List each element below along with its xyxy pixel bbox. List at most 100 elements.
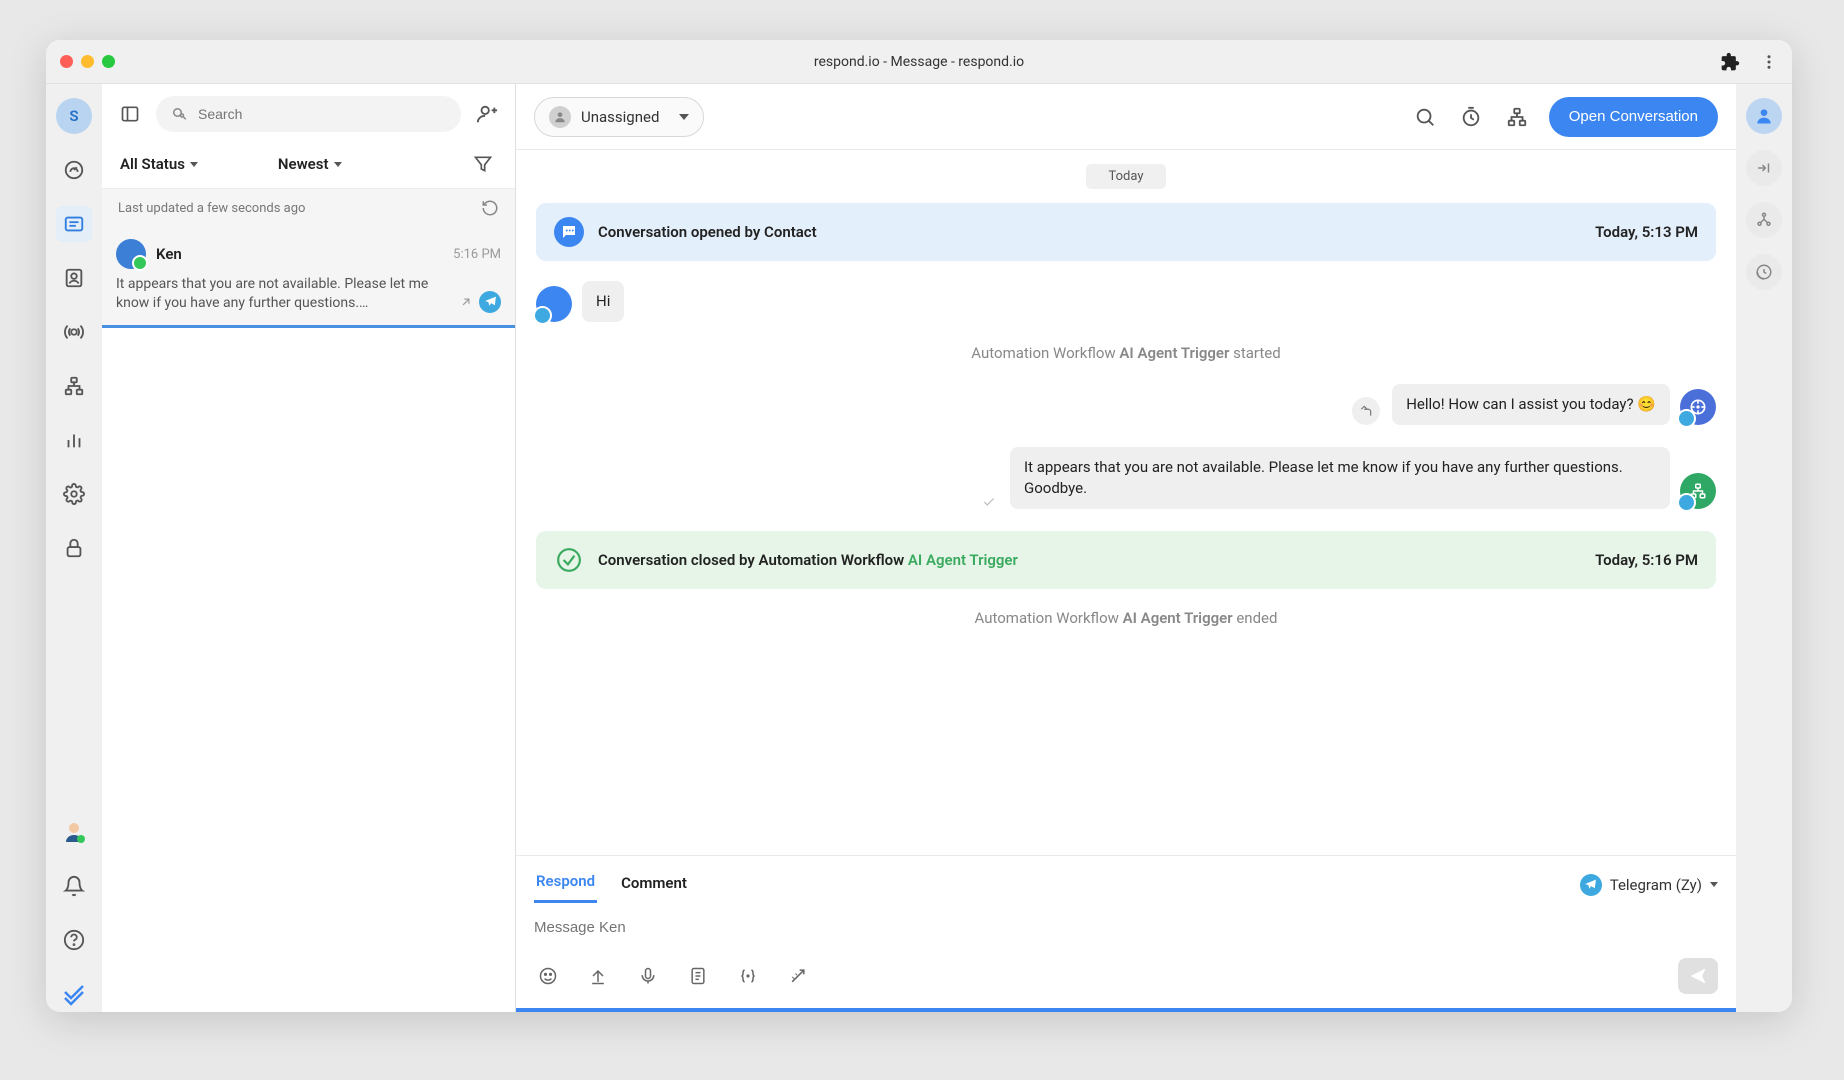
chat-bubble-icon (554, 217, 584, 247)
contact-name: Ken (156, 245, 182, 263)
attach-icon[interactable] (584, 962, 612, 990)
emoji-icon[interactable] (534, 962, 562, 990)
message-input[interactable] (534, 913, 1718, 942)
outbound-arrow-icon (459, 295, 473, 309)
reports-icon[interactable] (56, 422, 92, 458)
message-text: Hello! How can I assist you today? 😊 (1392, 384, 1670, 425)
workflow-ended-text: Automation Workflow AI Agent Trigger end… (536, 609, 1716, 627)
workflow-started-text: Automation Workflow AI Agent Trigger sta… (536, 344, 1716, 362)
settings-icon[interactable] (56, 476, 92, 512)
window-title: respond.io - Message - respond.io (814, 54, 1024, 70)
contact-details-avatar[interactable] (1746, 98, 1782, 134)
sender-avatar (536, 286, 572, 322)
messages-icon[interactable] (56, 206, 92, 242)
workflows-icon[interactable] (56, 368, 92, 404)
sort-filter[interactable]: Newest (278, 155, 342, 173)
banner-opened-text: Conversation opened by Contact (598, 223, 817, 241)
status-filter[interactable]: All Status (120, 155, 198, 173)
date-chip: Today (1086, 164, 1166, 189)
panel-toggle-icon[interactable] (116, 100, 144, 128)
workspace-avatar[interactable]: S (56, 98, 92, 134)
status-filter-label: All Status (120, 155, 185, 173)
conversation-closed-banner: Conversation closed by Automation Workfl… (536, 531, 1716, 589)
dashboard-icon[interactable] (56, 152, 92, 188)
delivered-check-icon (982, 495, 996, 509)
search-field[interactable] (198, 106, 447, 122)
assignee-avatar-icon (549, 106, 571, 128)
assignee-label: Unassigned (581, 108, 659, 126)
chat-header: Unassigned Open Conversation (516, 84, 1736, 150)
filter-icon[interactable] (469, 150, 497, 178)
chevron-down-icon (190, 162, 198, 167)
workflow-icon[interactable] (1503, 103, 1531, 131)
conversation-preview-text: It appears that you are not available. P… (116, 276, 428, 311)
help-icon[interactable] (56, 922, 92, 958)
app-window: respond.io - Message - respond.io S (46, 40, 1792, 1012)
send-button[interactable] (1678, 958, 1718, 994)
extension-icon[interactable] (1720, 52, 1740, 72)
assignee-dropdown[interactable]: Unassigned (534, 97, 704, 137)
outgoing-message: It appears that you are not available. P… (536, 447, 1716, 509)
left-nav-rail: S (46, 84, 102, 1012)
close-window-button[interactable] (60, 55, 73, 68)
banner-opened-time: Today, 5:13 PM (1595, 223, 1698, 241)
composer: Respond Comment Telegram (Zy) (516, 855, 1736, 1012)
contacts-icon[interactable] (56, 260, 92, 296)
banner-closed-time: Today, 5:16 PM (1595, 551, 1698, 569)
telegram-icon (479, 291, 501, 313)
add-contact-icon[interactable] (473, 100, 501, 128)
contact-avatar (116, 239, 146, 269)
outgoing-message: Hello! How can I assist you today? 😊 (536, 384, 1716, 425)
lock-icon[interactable] (56, 530, 92, 566)
snooze-icon[interactable] (1457, 103, 1485, 131)
chat-messages: Today Conversation opened by Contact Tod… (516, 150, 1736, 855)
chevron-down-icon (679, 114, 689, 120)
broadcast-icon[interactable] (56, 314, 92, 350)
message-text: Hi (582, 281, 624, 322)
sort-filter-label: Newest (278, 155, 329, 173)
refresh-icon[interactable] (481, 199, 499, 217)
tab-respond[interactable]: Respond (534, 866, 597, 903)
merge-icon[interactable] (1746, 150, 1782, 186)
brand-check-icon[interactable] (56, 976, 92, 1012)
right-rail (1736, 84, 1792, 1012)
search-input[interactable] (156, 96, 461, 132)
titlebar: respond.io - Message - respond.io (46, 40, 1792, 84)
incoming-message: Hi (536, 281, 1716, 322)
notifications-icon[interactable] (56, 868, 92, 904)
channels-icon[interactable] (1746, 202, 1782, 238)
composer-accent-bar (516, 1008, 1736, 1012)
tab-comment[interactable]: Comment (619, 868, 689, 902)
reply-arrow-icon (1352, 397, 1380, 425)
chevron-down-icon (1710, 882, 1718, 887)
conversation-list-item[interactable]: Ken 5:16 PM It appears that you are not … (102, 227, 515, 328)
template-icon[interactable] (684, 962, 712, 990)
channel-selector[interactable]: Telegram (Zy) (1580, 874, 1718, 896)
workflow-avatar (1680, 473, 1716, 509)
workflow-link[interactable]: AI Agent Trigger (908, 551, 1018, 569)
banner-closed-text: Conversation closed by Automation Workfl… (598, 551, 1018, 569)
last-updated-text: Last updated a few seconds ago (118, 201, 305, 216)
open-conversation-button[interactable]: Open Conversation (1549, 97, 1718, 137)
channel-label: Telegram (Zy) (1610, 876, 1702, 894)
variable-icon[interactable] (734, 962, 762, 990)
activity-icon[interactable] (1746, 254, 1782, 290)
check-circle-icon (554, 545, 584, 575)
more-menu-icon[interactable] (1760, 53, 1778, 71)
bot-avatar (1680, 389, 1716, 425)
minimize-window-button[interactable] (81, 55, 94, 68)
telegram-icon (1580, 874, 1602, 896)
agent-avatar-icon[interactable] (56, 814, 92, 850)
chevron-down-icon (334, 162, 342, 167)
search-conversation-icon[interactable] (1411, 103, 1439, 131)
search-icon (170, 105, 188, 123)
inbox-panel: All Status Newest Last updated a few sec… (102, 84, 516, 1012)
conversation-opened-banner: Conversation opened by Contact Today, 5:… (536, 203, 1716, 261)
voice-icon[interactable] (634, 962, 662, 990)
traffic-lights (60, 55, 115, 68)
maximize-window-button[interactable] (102, 55, 115, 68)
chat-panel: Unassigned Open Conversation (516, 84, 1736, 1012)
conversation-time: 5:16 PM (453, 247, 501, 262)
message-text: It appears that you are not available. P… (1010, 447, 1670, 509)
ai-assist-icon[interactable] (784, 962, 812, 990)
